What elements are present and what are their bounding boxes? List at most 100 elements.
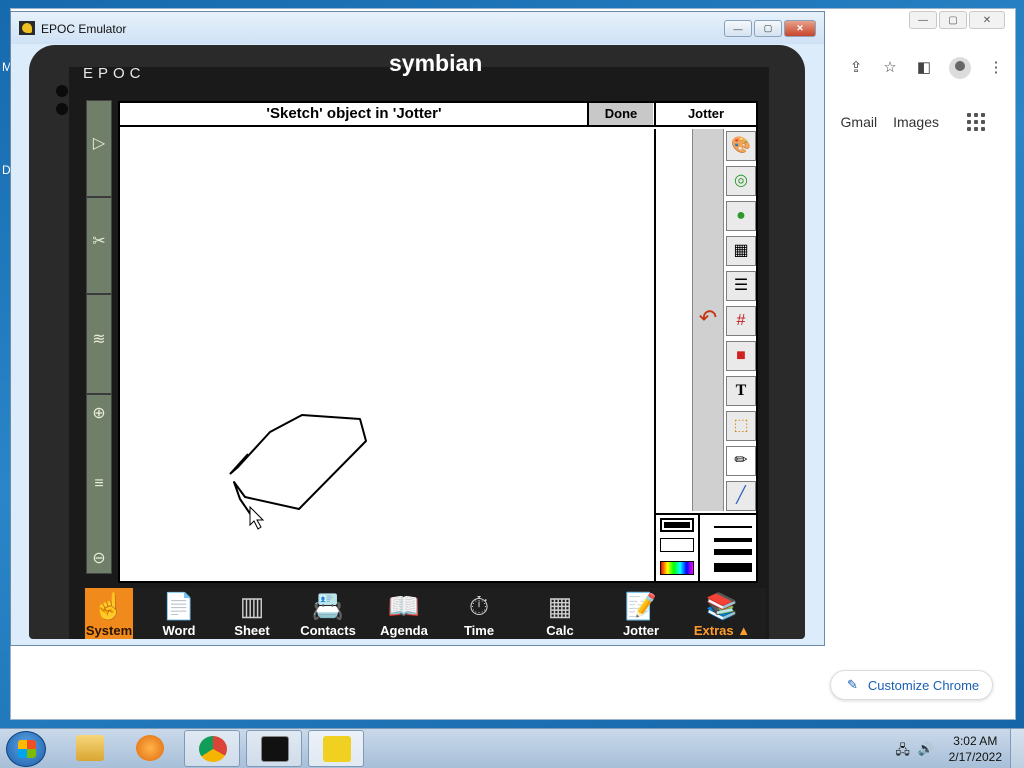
zoom-out-icon[interactable]: ⊖	[87, 548, 111, 570]
dock-extras[interactable]: 📚 Extras ▲	[684, 588, 760, 639]
images-link[interactable]: Images	[893, 114, 939, 130]
dock-word[interactable]: 📄 Word	[141, 588, 217, 639]
chrome-toolbar: ⇪ ☆ ◧ ⋮	[847, 57, 1005, 79]
star-icon[interactable]: ☆	[881, 59, 899, 77]
side-panel-icon[interactable]: ◧	[915, 59, 933, 77]
epoc-emulator-window: EPOC Emulator — ▢ ✕ EPOC symbian ▷ ✂ ≋ ⊕…	[10, 11, 825, 646]
emulator-titlebar[interactable]: EPOC Emulator — ▢ ✕	[11, 12, 824, 44]
layers-icon[interactable]: ☰	[726, 271, 756, 301]
dock-jotter[interactable]: 📝 Jotter	[603, 588, 679, 639]
paint-icon[interactable]: 🎨	[726, 131, 756, 161]
infrared-icon[interactable]: ≋	[87, 329, 111, 351]
dialog-titlebar: 'Sketch' object in 'Jotter' Done	[120, 103, 654, 127]
clock-date: 2/17/2022	[948, 750, 1002, 764]
contacts-icon: 📇	[311, 591, 345, 621]
pencil-icon[interactable]: ✏	[726, 446, 756, 476]
close-button[interactable]: ✕	[784, 20, 816, 37]
taskbar-epoc[interactable]	[308, 730, 364, 767]
undo-icon[interactable]: ↶	[694, 305, 722, 333]
dock-calc[interactable]: ▦ Calc	[522, 588, 598, 639]
dock-sheet[interactable]: ▥ Sheet	[214, 588, 290, 639]
taskbar-media-player[interactable]	[122, 730, 178, 767]
time-icon: ⏱	[468, 591, 490, 621]
show-desktop-button[interactable]	[1010, 729, 1024, 768]
zoom-in-icon[interactable]: ⊕	[87, 403, 111, 425]
image-icon[interactable]: ▦	[726, 236, 756, 266]
customize-chrome-button[interactable]: ✎ Customize Chrome	[830, 670, 993, 700]
chrome-icon	[199, 736, 227, 762]
system-icon: ☝	[92, 591, 126, 621]
dialog-title: 'Sketch' object in 'Jotter'	[266, 105, 442, 122]
cmd-icon	[261, 736, 289, 762]
dock-time[interactable]: ⏱ Time	[441, 588, 517, 639]
fill-rect-icon[interactable]: ■	[726, 341, 756, 371]
clock[interactable]: 3:02 AM 2/17/2022	[949, 733, 1002, 765]
line-width-2[interactable]	[714, 538, 752, 542]
taskbar-explorer[interactable]	[62, 730, 118, 767]
share-icon[interactable]: ⇪	[847, 59, 865, 77]
epoc-app-icon	[19, 21, 35, 35]
sketch-stroke	[229, 414, 367, 519]
dock-agenda[interactable]: 📖 Agenda	[366, 588, 442, 639]
side-toolbar: ▷ ✂ ≋ ⊕ ≡ ⊖	[86, 100, 112, 574]
tool-palette: ↶ 🎨 ◎ ● ▦ ☰ # ■ T ⬚ ✏ ╱	[654, 129, 756, 513]
network-icon[interactable]: 🖧	[895, 741, 910, 763]
dock-system[interactable]: ☝ System	[85, 588, 133, 639]
extras-icon: 📚	[705, 591, 739, 621]
word-icon: 📄	[162, 591, 196, 621]
epoc-brand: EPOC	[83, 65, 146, 82]
sketch-canvas[interactable]	[120, 129, 654, 581]
device-screen: 'Sketch' object in 'Jotter' Done Jotter …	[118, 101, 758, 583]
select-rect-icon[interactable]: ⬚	[726, 411, 756, 441]
menu-icon[interactable]: ⋮	[987, 59, 1005, 77]
calc-icon: ▦	[547, 591, 573, 621]
background-color-swatch[interactable]	[660, 538, 694, 552]
grid-icon[interactable]: #	[726, 306, 756, 336]
sketch-stroke	[229, 453, 249, 475]
minimize-button[interactable]: —	[724, 20, 752, 37]
taskbar: 🖧 🔊 3:02 AM 2/17/2022	[0, 728, 1024, 768]
volume-icon[interactable]: 🔊	[918, 741, 934, 763]
line-icon[interactable]: ╱	[726, 481, 756, 511]
zoom-in-shape-icon[interactable]: ◎	[726, 166, 756, 196]
zoom-slider-icon[interactable]: ≡	[87, 475, 111, 497]
profile-icon[interactable]	[949, 57, 971, 79]
clipboard-icon[interactable]: ✂	[87, 231, 111, 253]
color-picker-swatch[interactable]	[660, 561, 694, 575]
fill-ellipse-icon[interactable]: ●	[726, 201, 756, 231]
window-title: EPOC Emulator	[41, 22, 127, 36]
foreground-color-swatch[interactable]	[660, 518, 694, 532]
epoc-icon	[323, 736, 351, 762]
line-width-4[interactable]	[714, 563, 752, 572]
line-width-1[interactable]	[714, 526, 752, 528]
taskbar-chrome[interactable]	[184, 730, 240, 767]
media-player-icon	[136, 735, 164, 761]
done-button[interactable]: Done	[587, 103, 653, 125]
menu-icon[interactable]: ▷	[87, 133, 111, 155]
jotter-icon: 📝	[624, 591, 658, 621]
minimize-button[interactable]: —	[909, 11, 937, 29]
text-tool-icon[interactable]: T	[726, 376, 756, 406]
color-and-width-panel	[654, 513, 756, 581]
sheet-icon: ▥	[239, 591, 265, 621]
symbian-brand: symbian	[389, 50, 483, 76]
agenda-icon: 📖	[387, 591, 421, 621]
cursor-icon	[249, 505, 265, 530]
line-width-3[interactable]	[714, 549, 752, 555]
sketch-drawing	[229, 414, 367, 530]
apps-icon[interactable]	[967, 113, 985, 131]
led-indicator	[56, 85, 68, 97]
led-indicator	[56, 103, 68, 115]
maximize-button[interactable]: ▢	[939, 11, 967, 29]
taskbar-cmd[interactable]	[246, 730, 302, 767]
start-button[interactable]	[6, 731, 46, 767]
maximize-button[interactable]: ▢	[754, 20, 782, 37]
customize-label: Customize Chrome	[867, 677, 980, 693]
dock-contacts[interactable]: 📇 Contacts	[290, 588, 366, 639]
close-button[interactable]: ✕	[969, 11, 1005, 29]
clock-time: 3:02 AM	[953, 734, 998, 748]
google-links: Gmail Images	[841, 113, 985, 131]
explorer-icon	[76, 735, 104, 761]
app-dock: ☝ System 📄 Word ▥ Sheet 📇 Contacts 📖 Age…	[84, 588, 766, 639]
gmail-link[interactable]: Gmail	[841, 114, 878, 130]
